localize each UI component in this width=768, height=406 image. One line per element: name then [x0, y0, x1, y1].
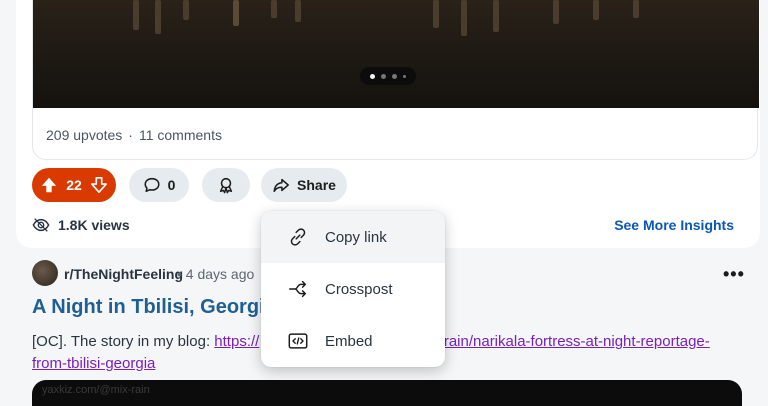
blog-link-end[interactable]: from-tbilisi-georgia — [32, 355, 155, 372]
carousel-dot-active[interactable] — [370, 73, 375, 79]
post-media-container: 209 upvotes · 11 comments — [32, 0, 759, 160]
share-menu: Copy link Crosspost Embed — [261, 211, 445, 367]
comment-count: 0 — [167, 177, 176, 193]
blog-link-continued[interactable]: x-rain/narikala-fortress-at-night-report… — [431, 333, 709, 350]
copy-link-label: Copy link — [325, 228, 387, 246]
subreddit-avatar[interactable] — [32, 260, 58, 286]
comments-button[interactable]: 0 — [129, 168, 189, 202]
eye-icon — [32, 218, 50, 232]
blog-link[interactable]: https:// — [214, 333, 259, 350]
post-image[interactable] — [33, 0, 759, 108]
downvote-icon[interactable] — [90, 176, 108, 194]
post-body-text: [OC]. The story in my blog: — [32, 333, 215, 350]
share-button[interactable]: Share — [261, 168, 347, 202]
award-icon — [219, 177, 233, 194]
views-count: 1.8K views — [58, 217, 130, 233]
award-button[interactable] — [202, 168, 250, 202]
post-title[interactable]: A Night in Tbilisi, Georgia — [32, 296, 276, 319]
copy-link-menu-item[interactable]: Copy link — [261, 211, 445, 263]
post-age: • 4 days ago — [177, 266, 255, 282]
vote-count: 22 — [66, 177, 82, 193]
comment-icon — [144, 177, 160, 193]
carousel-indicator[interactable] — [360, 67, 416, 85]
vote-control: 22 — [32, 168, 116, 202]
more-options-button[interactable]: ••• — [723, 264, 745, 285]
carousel-dot[interactable] — [403, 74, 406, 78]
post-stats: 209 upvotes · 11 comments — [46, 127, 222, 143]
comments-count[interactable]: 11 comments — [139, 127, 222, 143]
upvotes-count: 209 upvotes — [46, 127, 123, 143]
post-image-preview[interactable]: yaxkiz.com/@mix-rain — [32, 380, 742, 406]
crosspost-menu-item[interactable]: Crosspost — [261, 263, 445, 315]
image-crowd — [33, 0, 759, 40]
upvote-icon[interactable] — [40, 176, 58, 194]
link-icon — [290, 228, 306, 246]
embed-label: Embed — [325, 332, 373, 350]
carousel-dot[interactable] — [392, 73, 397, 79]
subreddit-link[interactable]: r/TheNightFeeling — [64, 266, 183, 282]
views-stat: 1.8K views — [32, 216, 130, 234]
embed-menu-item[interactable]: Embed — [261, 315, 445, 367]
image-watermark: yaxkiz.com/@mix-rain — [42, 384, 150, 396]
crosspost-icon — [289, 280, 307, 298]
stats-separator: · — [128, 127, 133, 143]
share-icon — [273, 178, 289, 193]
carousel-dot[interactable] — [381, 73, 386, 79]
share-label: Share — [297, 177, 336, 193]
embed-icon — [288, 333, 308, 349]
crosspost-label: Crosspost — [325, 280, 393, 298]
see-more-insights-link[interactable]: See More Insights — [614, 217, 734, 233]
